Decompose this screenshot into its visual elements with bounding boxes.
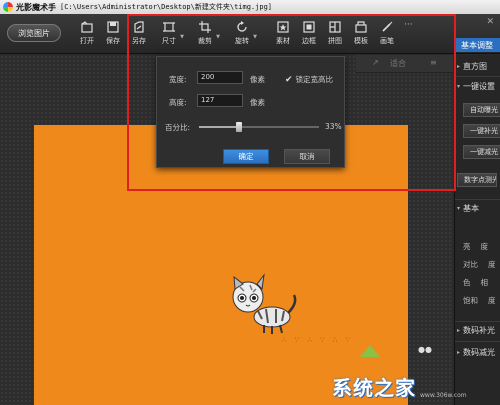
save-icon [107,21,119,33]
crop-icon [199,21,211,33]
share-icon[interactable]: ↗ [372,58,379,67]
crop-dropdown-icon[interactable]: ▼ [216,34,220,40]
height-unit: 像素 [250,98,265,107]
brush-button[interactable]: 画笔 [374,18,400,52]
save-as-icon [133,21,145,33]
digital-reduce-light-section[interactable]: ▸ 数码减光 [455,345,500,359]
width-input[interactable]: 200 [197,71,243,84]
histogram-section[interactable]: ▸ 直方图 [455,59,500,73]
rotate-dropdown-icon[interactable]: ▼ [253,34,257,40]
material-button[interactable]: 素材 [270,18,296,52]
height-input[interactable]: 127 [197,94,243,107]
fill-light-button[interactable]: 一键补光 [463,124,500,138]
percent-value: 33% [325,122,342,131]
tab-basic-adjust[interactable]: 基本调整 [454,38,500,52]
collage-button[interactable]: 拼图 [322,18,348,52]
menu-icon[interactable]: ≡ [430,58,437,67]
cancel-button[interactable]: 取消 [284,149,330,164]
paw-prints: ∴ ∵ ∴ ∵ ∴ ∵ [282,336,353,344]
contrast-row[interactable]: 对比度 [463,259,496,270]
border-button[interactable]: 边框 [296,18,322,52]
saturation-row[interactable]: 饱和度 [463,295,496,306]
resize-button[interactable]: 尺寸 ▼ [156,18,184,52]
width-label: 宽度: [169,75,187,84]
file-path: [C:\Users\Administrator\Desktop\新建文件夹\ti… [60,3,273,11]
view-subbar: ↗ 适合 ≡ [356,55,453,73]
crop-button[interactable]: 裁剪 ▼ [192,18,220,52]
width-unit: 像素 [250,75,265,84]
more-tools-button[interactable]: ··· [404,20,413,30]
save-as-button[interactable]: 另存 [126,18,152,52]
brush-icon [381,21,393,33]
percent-slider[interactable] [199,122,319,132]
checkmark-icon: ✔ [285,74,293,85]
one-click-section[interactable]: ▾ 一键设置 [455,79,500,93]
app-logo-icon [3,2,13,12]
resize-icon [163,21,175,33]
resize-dropdown-icon[interactable]: ▼ [180,34,184,40]
lock-aspect-checkbox[interactable]: ✔ 锁定宽高比 [285,74,333,85]
title-bar: 光影魔术手 [C:\Users\Administrator\Desktop\新建… [0,0,500,14]
slider-handle[interactable] [235,122,242,132]
app-title: 光影魔术手 [16,2,56,12]
auto-exposure-button[interactable]: 自动曝光 [463,103,500,117]
save-button[interactable]: 保存 [100,18,126,52]
white-paw-icon: ●● [418,345,432,354]
open-button[interactable]: 打开 [74,18,100,52]
side-tabs: ✕ 基本调整 [454,14,500,54]
close-icon[interactable]: ✕ [486,17,494,27]
right-panel: ▸ 直方图 ▾ 一键设置 自动曝光 一键补光 一键减光 数字点测光 ▾ 基本 亮度 对… [454,55,500,405]
browse-images-button[interactable]: 浏览图片 [7,24,61,42]
rotate-icon [236,21,248,33]
cat-illustration [220,267,300,337]
hue-row[interactable]: 色相 [463,277,488,288]
material-icon [277,21,289,33]
reduce-light-button[interactable]: 一键减光 [463,145,500,159]
percent-label: 百分比: [165,123,191,132]
spot-metering-button[interactable]: 数字点测光 [457,173,497,187]
template-button[interactable]: 模板 [348,18,374,52]
main-toolbar: 浏览图片 打开 保存 另存 尺寸 ▼ 裁剪 ▼ 旋转 ▼ 素材 边框 拼图 模板… [0,14,500,54]
height-label: 高度: [169,98,187,107]
border-icon [303,21,315,33]
digital-fill-light-section[interactable]: ▸ 数码补光 [455,323,500,337]
watermark-text: 系统之家 [332,376,416,400]
resize-dialog: 宽度: 200 像素 高度: 127 像素 ✔ 锁定宽高比 百分比: 33% 确… [156,56,345,168]
template-icon [355,21,367,33]
basic-section[interactable]: ▾ 基本 [455,201,500,215]
fit-view-button[interactable]: 适合 [390,58,406,69]
watermark-url: www.306w.com [420,392,467,399]
open-icon [81,21,93,33]
watermark: 系统之家 www.306w.com [332,372,467,401]
confirm-button[interactable]: 确定 [223,149,269,164]
collage-icon [329,21,341,33]
rotate-button[interactable]: 旋转 ▼ [229,18,257,52]
brightness-row[interactable]: 亮度 [463,241,488,252]
